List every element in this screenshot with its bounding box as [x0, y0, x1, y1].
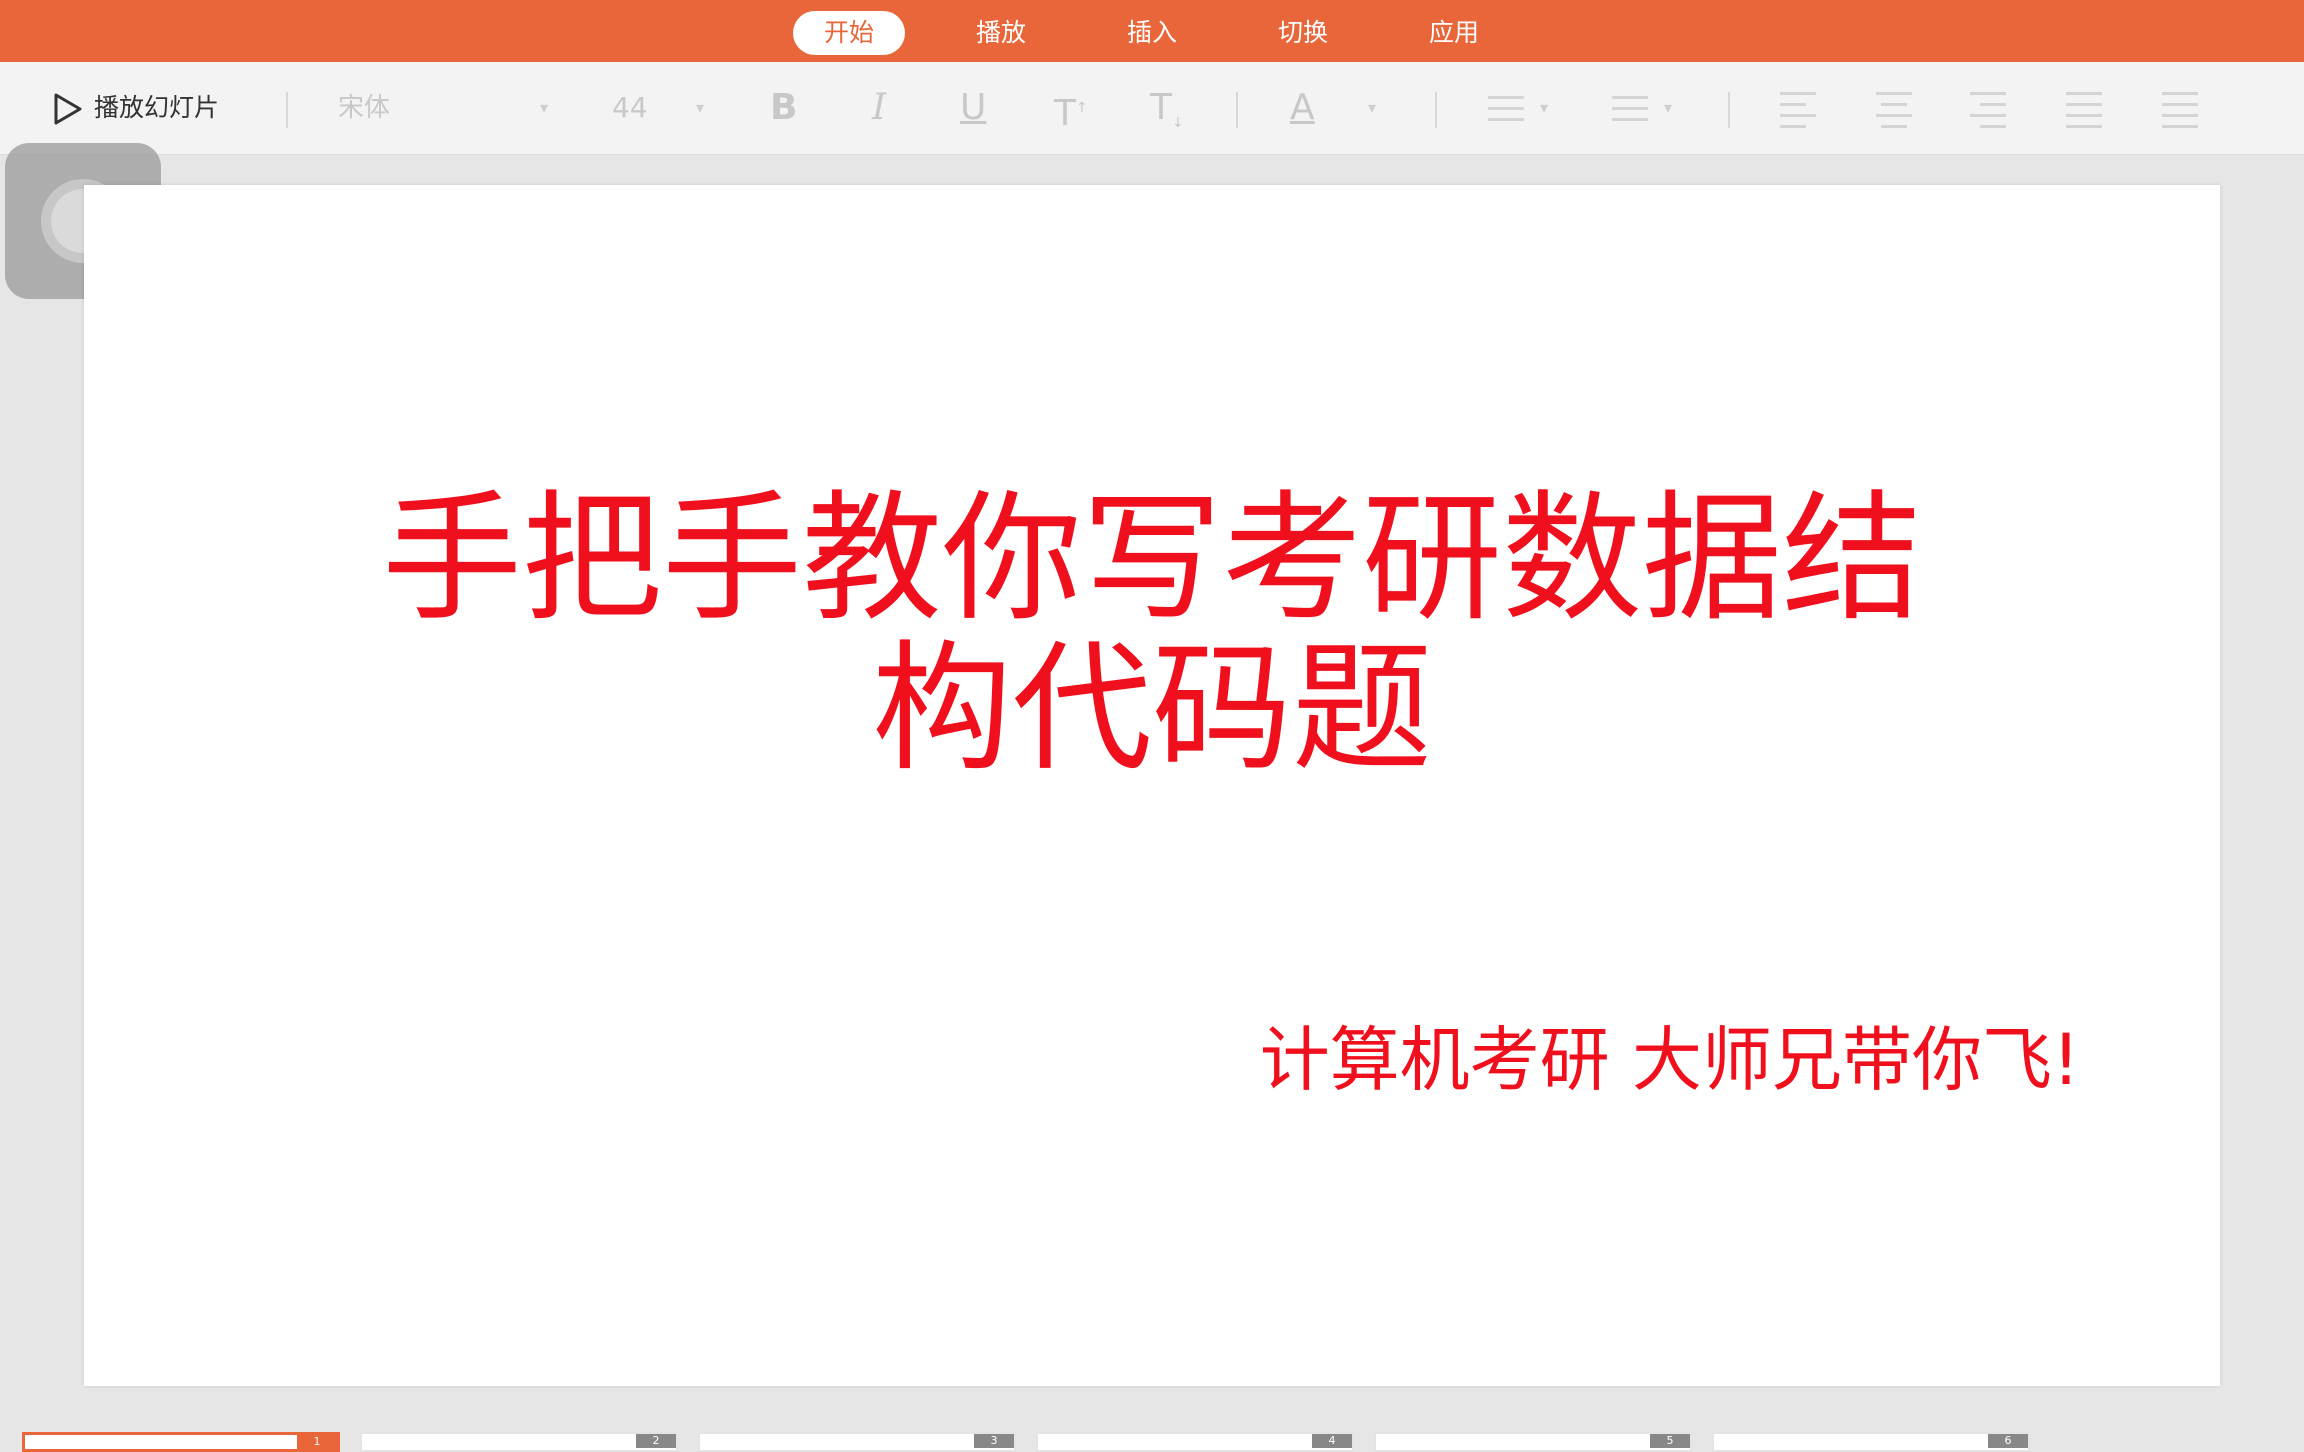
slide-canvas[interactable]: 手把手教你写考研数据结 构代码题 计算机考研 大师兄带你飞! — [84, 185, 2220, 1386]
play-icon — [54, 93, 82, 125]
align-justify-icon[interactable] — [2066, 92, 2102, 136]
superscript-label: T — [1054, 93, 1076, 134]
thumbnail-number: 1 — [297, 1435, 337, 1449]
formatting-toolbar: 播放幻灯片 宋体 ▾ 44 ▾ B I U T↑ T↓ A ▾ ▾ ▾ — [0, 62, 2304, 155]
slide-thumbnail-4[interactable]: 4 — [1036, 1432, 1354, 1452]
slide-thumbnail-1[interactable]: 1 — [22, 1432, 340, 1452]
underline-button[interactable]: U — [960, 62, 986, 154]
font-size-dropdown[interactable]: 44 — [612, 62, 648, 154]
toolbar-divider — [1435, 92, 1437, 128]
slide-thumbnail-3[interactable]: 3 — [698, 1432, 1016, 1452]
toolbar-divider — [1236, 92, 1238, 128]
bullet-list-icon[interactable] — [1488, 96, 1524, 129]
superscript-button[interactable]: T↑ — [1054, 62, 1088, 160]
tab-insert[interactable]: 插入 — [1096, 11, 1208, 55]
top-tab-bar: 开始 播放 插入 切换 应用 — [0, 0, 2304, 62]
slide-thumbnail-6[interactable]: 6 — [1712, 1432, 2030, 1452]
slide-title-line1: 手把手教你写考研数据结 — [381, 478, 1922, 641]
chevron-down-icon: ▾ — [540, 98, 549, 117]
distributed-align-icon[interactable] — [2162, 92, 2198, 136]
slide-title-line2: 构代码题 — [871, 628, 1432, 791]
toolbar-divider — [286, 92, 288, 128]
tab-apps[interactable]: 应用 — [1398, 11, 1510, 55]
play-slideshow-label: 播放幻灯片 — [94, 93, 220, 122]
slide-title[interactable]: 手把手教你写考研数据结 构代码题 — [84, 485, 2220, 785]
italic-button[interactable]: I — [872, 62, 886, 154]
slide-thumbnail-strip: 1 2 3 4 5 6 — [0, 1420, 2304, 1452]
slide-thumbnail-5[interactable]: 5 — [1374, 1432, 1692, 1452]
thumbnail-number: 2 — [636, 1434, 676, 1448]
chevron-down-icon: ▾ — [1368, 98, 1377, 117]
thumbnail-number: 3 — [974, 1434, 1014, 1448]
tab-play[interactable]: 播放 — [945, 11, 1057, 55]
slide-thumbnail-2[interactable]: 2 — [360, 1432, 678, 1452]
numbered-list-icon[interactable] — [1612, 96, 1648, 129]
align-left-icon[interactable] — [1780, 92, 1816, 136]
thumbnail-number: 4 — [1312, 1434, 1352, 1448]
font-name-dropdown[interactable]: 宋体 — [338, 62, 390, 154]
slide-subtitle[interactable]: 计算机考研 大师兄带你飞! — [1260, 1015, 2080, 1105]
chevron-down-icon: ▾ — [1540, 98, 1549, 117]
align-center-icon[interactable] — [1876, 92, 1912, 136]
tab-transition[interactable]: 切换 — [1247, 11, 1359, 55]
subscript-label: T — [1150, 87, 1172, 128]
align-right-icon[interactable] — [1970, 92, 2006, 136]
toolbar-divider — [1728, 92, 1730, 128]
chevron-down-icon: ▾ — [1664, 98, 1673, 117]
play-slideshow-button[interactable]: 播放幻灯片 — [50, 62, 219, 154]
subscript-button[interactable]: T↓ — [1150, 62, 1184, 169]
thumbnail-number: 5 — [1650, 1434, 1690, 1448]
thumbnail-number: 6 — [1988, 1434, 2028, 1448]
bold-button[interactable]: B — [770, 62, 797, 154]
tab-start[interactable]: 开始 — [793, 11, 905, 55]
font-color-button[interactable]: A — [1290, 62, 1315, 154]
chevron-down-icon: ▾ — [696, 98, 705, 117]
